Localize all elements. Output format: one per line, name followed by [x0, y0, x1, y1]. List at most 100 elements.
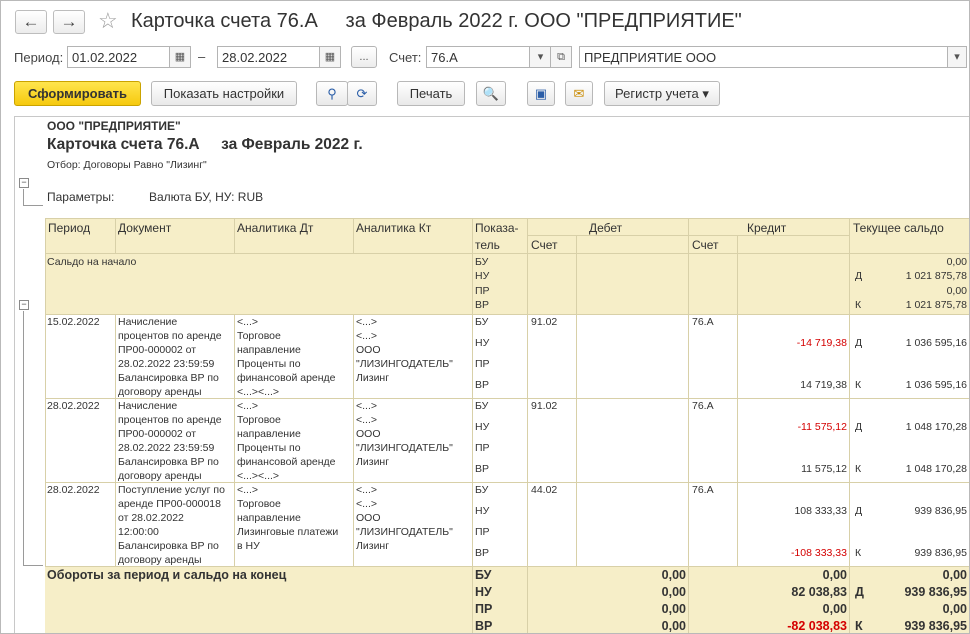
row-balance: 939 836,95	[914, 547, 967, 559]
totals-credit: 0,00	[822, 568, 847, 582]
totals-credit: 0,00	[822, 602, 847, 616]
indicator: БУ	[475, 256, 489, 268]
show-settings-button[interactable]: Показать настройки	[151, 81, 297, 106]
balance-value: 1 021 875,78	[905, 270, 967, 282]
row-credit-amount: 11 575,12	[801, 463, 847, 475]
row-indicator: ПР	[475, 526, 490, 538]
totals-debit: 0,00	[661, 602, 686, 616]
period-select-button[interactable]: ...	[351, 46, 377, 68]
collapse-icon[interactable]: −	[19, 178, 29, 188]
print-preview-icon[interactable]: 🔍	[476, 81, 506, 106]
indicator: НУ	[475, 270, 490, 282]
balance-side: Д	[855, 270, 863, 282]
search-icon[interactable]: ⚲	[316, 81, 348, 106]
indicator: ПР	[475, 285, 490, 297]
favorite-star-icon[interactable]: ☆	[98, 8, 118, 34]
row-analytics-dt: Торговое	[237, 498, 281, 510]
row-balance: 1 048 170,28	[905, 421, 967, 433]
row-analytics-kt: <...>	[356, 498, 378, 510]
row-indicator: ВР	[475, 547, 490, 559]
account-input[interactable]: 76.А	[426, 46, 530, 68]
row-document: Балансировка ВР по	[118, 540, 219, 552]
collapse-icon[interactable]: −	[19, 300, 29, 310]
row-document: договору аренды	[118, 470, 202, 482]
row-credit-account: 76.А	[692, 484, 714, 496]
col-balance: Текущее сальдо	[853, 221, 944, 235]
row-credit-amount: -11 575,12	[797, 421, 847, 433]
chevron-down-icon[interactable]: ▾	[529, 46, 551, 68]
report-org: ООО "ПРЕДПРИЯТИЕ"	[47, 119, 181, 133]
row-balance-side: К	[855, 463, 862, 475]
row-analytics-kt: <...>	[356, 316, 378, 328]
row-credit-account: 76.А	[692, 400, 714, 412]
row-analytics-dt: <...><...>	[237, 470, 280, 482]
totals-balance: 0,00	[942, 602, 967, 616]
date-from-input[interactable]: 01.02.2022	[67, 46, 170, 68]
row-period: 28.02.2022	[47, 484, 100, 496]
row-balance: 1 036 595,16	[905, 379, 967, 391]
row-analytics-kt: Лизинг	[356, 456, 390, 468]
row-analytics-kt: <...>	[356, 414, 378, 426]
search-refresh-icon[interactable]: ⟳	[347, 81, 377, 106]
row-credit-amount: -108 333,33	[790, 547, 847, 559]
row-balance: 939 836,95	[914, 505, 967, 517]
row-analytics-dt: финансовой аренде	[237, 456, 336, 468]
date-to-input[interactable]: 28.02.2022	[217, 46, 320, 68]
row-analytics-dt: Торговое	[237, 330, 281, 342]
row-document: 28.02.2022 23:59:59	[118, 442, 215, 454]
row-debit-account: 91.02	[531, 400, 558, 412]
print-button[interactable]: Печать	[397, 81, 465, 106]
row-analytics-kt: Лизинг	[356, 372, 390, 384]
totals-credit: 82 038,83	[791, 585, 847, 599]
row-document: 12:00:00	[118, 526, 159, 538]
arrow-left-icon: ←	[22, 12, 40, 31]
open-icon[interactable]: ⧉	[550, 46, 572, 68]
row-document: Начисление	[118, 316, 178, 328]
col-credit: Кредит	[747, 221, 787, 235]
row-indicator: БУ	[475, 400, 489, 412]
totals-balance-side: К	[855, 619, 863, 633]
chevron-down-icon: ▾	[702, 86, 709, 101]
balance-side: К	[855, 299, 862, 311]
row-analytics-dt: финансовой аренде	[237, 372, 336, 384]
save-icon[interactable]: ▣	[527, 81, 555, 106]
col-debit: Дебет	[589, 221, 623, 235]
chevron-down-icon[interactable]: ▾	[947, 46, 967, 68]
row-analytics-dt: направление	[237, 344, 301, 356]
row-balance-side: К	[855, 379, 862, 391]
organization-input[interactable]: ПРЕДПРИЯТИЕ ООО	[579, 46, 948, 68]
calendar-icon[interactable]: ▦	[319, 46, 341, 68]
row-analytics-dt: <...>	[237, 484, 259, 496]
row-indicator: ВР	[475, 463, 490, 475]
col-credit-account: Счет	[692, 238, 719, 252]
row-document: ПР00-000002 от	[118, 428, 197, 440]
generate-button[interactable]: Сформировать	[14, 81, 141, 106]
register-label: Регистр учета	[615, 86, 699, 101]
indicator: ВР	[475, 299, 490, 311]
back-button[interactable]: ←	[15, 10, 47, 34]
row-indicator: ПР	[475, 442, 490, 454]
col-period: Период	[48, 221, 91, 235]
row-document: аренде ПР00-000018	[118, 498, 221, 510]
row-indicator: ВР	[475, 379, 490, 391]
register-dropdown[interactable]: Регистр учета ▾	[604, 81, 720, 106]
opening-label: Сальдо на начало	[47, 256, 137, 268]
report-spreadsheet[interactable]: − − ООО "ПРЕДПРИЯТИЕ" Карточка счета 76.…	[14, 116, 969, 633]
row-document: 28.02.2022 23:59:59	[118, 358, 215, 370]
row-analytics-kt: <...>	[356, 400, 378, 412]
row-analytics-dt: <...>	[237, 400, 259, 412]
totals-indicator: ПР	[475, 602, 493, 616]
email-icon[interactable]: ✉	[565, 81, 593, 106]
row-indicator: БУ	[475, 316, 489, 328]
forward-button[interactable]: →	[53, 10, 85, 34]
row-credit-amount: 14 719,38	[800, 379, 847, 391]
row-document: процентов по аренде	[118, 330, 222, 342]
row-debit-account: 91.02	[531, 316, 558, 328]
balance-value: 0,00	[946, 256, 967, 268]
row-period: 15.02.2022	[47, 316, 100, 328]
row-analytics-kt: ООО	[356, 428, 381, 440]
totals-balance: 0,00	[942, 568, 967, 582]
row-analytics-dt: Проценты по	[237, 442, 301, 454]
calendar-icon[interactable]: ▦	[169, 46, 191, 68]
col-analytics-dt: Аналитика Дт	[237, 221, 314, 235]
